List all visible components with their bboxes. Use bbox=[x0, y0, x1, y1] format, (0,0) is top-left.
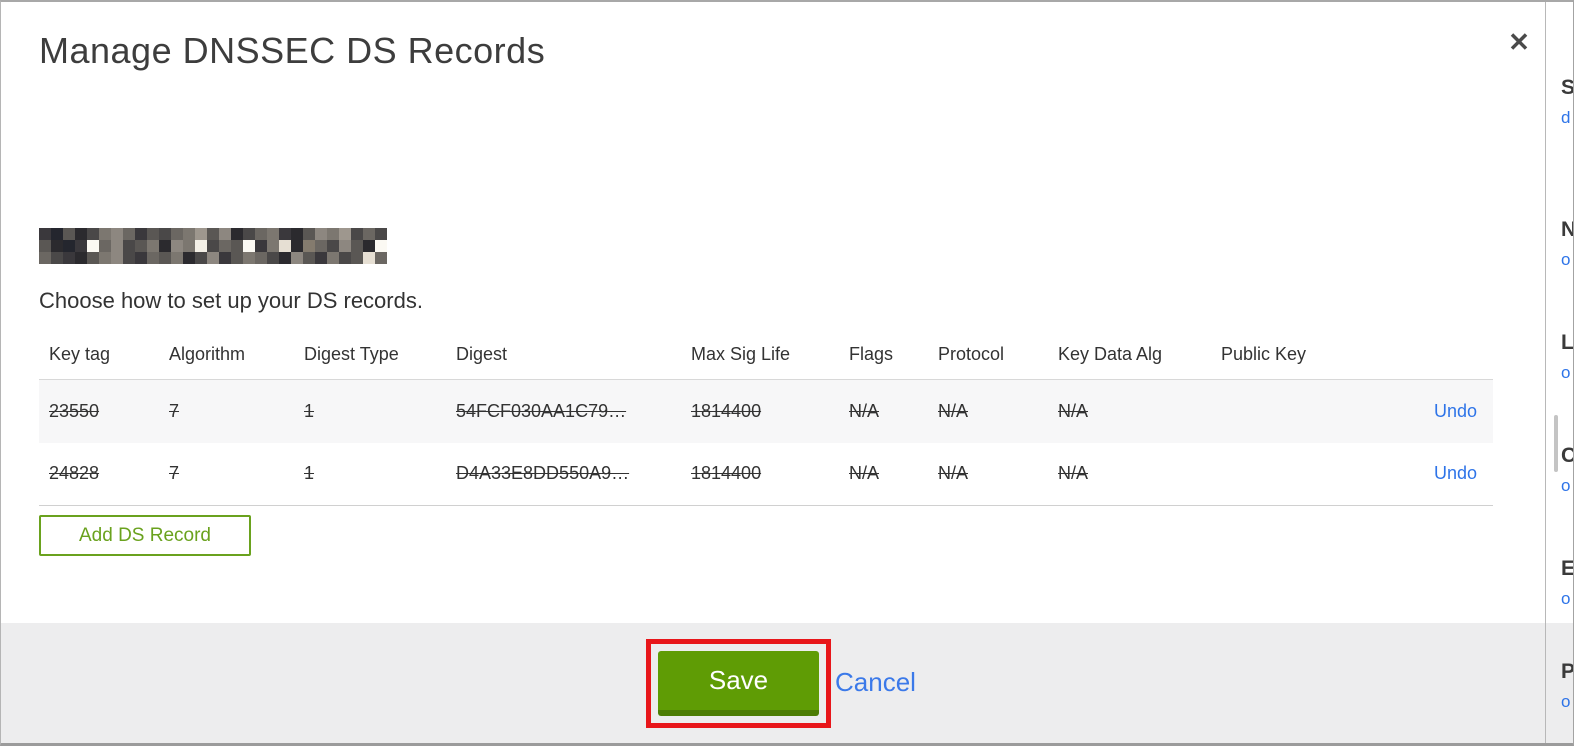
background-text-fragment: E bbox=[1561, 557, 1573, 580]
header-key-tag: Key tag bbox=[49, 344, 111, 364]
add-ds-record-button[interactable]: Add DS Record bbox=[39, 515, 251, 556]
cell-protocol: N/A bbox=[938, 463, 969, 484]
dnssec-modal-screen: Manage DNSSEC DS Records ✕ Choose how to… bbox=[0, 0, 1574, 746]
background-text-fragment: C bbox=[1561, 444, 1573, 467]
save-button[interactable]: Save bbox=[658, 651, 819, 716]
undo-link[interactable]: Undo bbox=[1434, 463, 1477, 483]
undo-link[interactable]: Undo bbox=[1434, 401, 1477, 421]
cell-public-key bbox=[1211, 380, 1356, 443]
cell-flags: N/A bbox=[849, 400, 880, 421]
cell-digest-type: 1 bbox=[304, 463, 315, 484]
background-link-fragment: o bbox=[1561, 476, 1571, 495]
header-key-data-alg: Key Data Alg bbox=[1058, 344, 1163, 364]
cell-max-sig-life: 1814400 bbox=[691, 463, 762, 484]
background-text-fragment: P bbox=[1561, 660, 1573, 683]
modal-border bbox=[1545, 2, 1546, 743]
header-digest: Digest bbox=[456, 344, 508, 364]
cell-key-tag: 23550 bbox=[49, 400, 100, 421]
background-link-fragment: o bbox=[1561, 250, 1571, 269]
cell-protocol: N/A bbox=[938, 400, 969, 421]
header-public-key: Public Key bbox=[1221, 344, 1307, 364]
cell-digest: D4A33E8DD550A9… bbox=[456, 463, 630, 484]
cell-public-key bbox=[1211, 443, 1356, 506]
redacted-domain-name bbox=[39, 228, 387, 264]
header-algorithm: Algorithm bbox=[169, 344, 246, 364]
cell-key-data-alg: N/A bbox=[1058, 400, 1089, 421]
background-scrollbar-thumb bbox=[1554, 415, 1558, 472]
header-actions bbox=[1356, 332, 1493, 380]
background-link-fragment: d bbox=[1561, 108, 1571, 127]
table-row: 23550 7 1 54FCF030AA1C79… 1814400 N/A N/… bbox=[39, 379, 1493, 443]
cell-algorithm: 7 bbox=[169, 463, 180, 484]
background-page-strip: S d N o L o C o E o P o bbox=[1546, 2, 1573, 743]
cell-key-tag: 24828 bbox=[49, 463, 100, 484]
table-header-row: Key tag Algorithm Digest Type Digest Max… bbox=[39, 332, 1493, 380]
manage-dnssec-modal: Manage DNSSEC DS Records ✕ Choose how to… bbox=[1, 2, 1545, 622]
cell-digest: 54FCF030AA1C79… bbox=[456, 400, 627, 421]
cell-algorithm: 7 bbox=[169, 400, 180, 421]
cell-flags: N/A bbox=[849, 463, 880, 484]
click-target-annotation: Save bbox=[646, 639, 831, 728]
table-row: 24828 7 1 D4A33E8DD550A9… 1814400 N/A N/… bbox=[39, 442, 1493, 506]
header-flags: Flags bbox=[849, 344, 894, 364]
cell-digest-type: 1 bbox=[304, 400, 315, 421]
header-digest-type: Digest Type bbox=[304, 344, 399, 364]
cancel-link[interactable]: Cancel bbox=[835, 667, 916, 698]
instruction-text: Choose how to set up your DS records. bbox=[39, 288, 423, 313]
header-max-sig-life: Max Sig Life bbox=[691, 344, 791, 364]
cell-max-sig-life: 1814400 bbox=[691, 400, 762, 421]
background-text-fragment: N bbox=[1561, 218, 1573, 241]
header-protocol: Protocol bbox=[938, 344, 1005, 364]
background-link-fragment: o bbox=[1561, 363, 1571, 382]
ds-records-table: Key tag Algorithm Digest Type Digest Max… bbox=[39, 332, 1493, 506]
cell-key-data-alg: N/A bbox=[1058, 463, 1089, 484]
background-link-fragment: o bbox=[1561, 692, 1571, 711]
close-icon[interactable]: ✕ bbox=[1501, 24, 1537, 60]
modal-footer: Save Cancel bbox=[1, 623, 1573, 743]
background-text-fragment: L bbox=[1561, 331, 1573, 354]
background-text-fragment: S bbox=[1561, 76, 1573, 99]
page-title: Manage DNSSEC DS Records bbox=[39, 30, 546, 71]
background-link-fragment: o bbox=[1561, 589, 1571, 608]
